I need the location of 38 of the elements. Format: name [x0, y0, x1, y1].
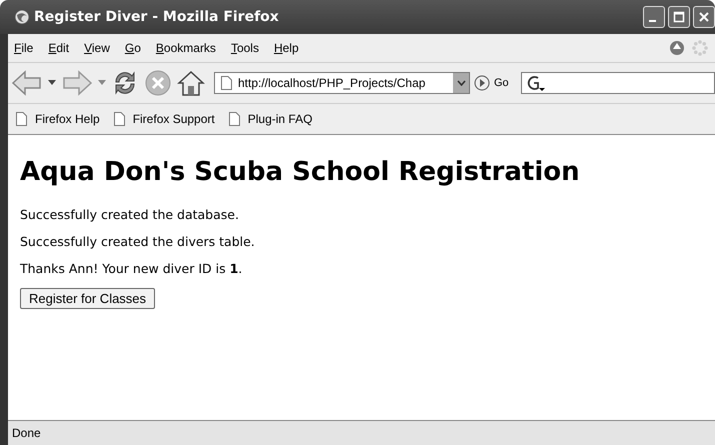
home-icon[interactable] [176, 68, 206, 98]
bookmark-link[interactable]: Firefox Support [114, 112, 215, 126]
maximize-icon [673, 11, 685, 23]
menu-item[interactable]: File [12, 41, 40, 55]
page-icon [114, 112, 125, 126]
address-field[interactable]: http://localhost/PHP_Projects/Chap [214, 72, 470, 94]
maximize-button[interactable] [668, 6, 690, 28]
throbber-icon [691, 39, 709, 57]
page-icon [221, 76, 232, 90]
status-message: Thanks Ann! Your new diver ID is 1. [20, 261, 242, 276]
dropdown-button[interactable] [453, 73, 469, 93]
status-message: Successfully created the divers table. [20, 234, 255, 249]
status-text: Done [12, 426, 41, 440]
menu-item[interactable]: Bookmarks [154, 41, 223, 55]
update-icon [669, 40, 685, 56]
url-text: http://localhost/PHP_Projects/Chap [238, 76, 426, 90]
bookmark-link[interactable]: Plug-in FAQ [228, 112, 312, 126]
menu-item[interactable]: Tools [228, 41, 266, 55]
search-field[interactable] [520, 72, 715, 94]
page-icon [16, 112, 27, 126]
menu-item[interactable]: Edit [46, 41, 76, 55]
menu-item[interactable]: Go [122, 41, 148, 55]
window-title: Register Diver - Mozilla Firefox [34, 9, 279, 25]
minimize-icon [649, 20, 656, 22]
status-message: Successfully created the database. [20, 207, 239, 222]
menu-item[interactable]: Help [272, 41, 306, 55]
register-button[interactable]: Register for Classes [20, 288, 156, 309]
chevron-icon [456, 80, 466, 86]
close-button[interactable] [693, 6, 715, 28]
minimize-button[interactable] [643, 6, 665, 28]
go-icon[interactable] [474, 75, 490, 91]
page-icon [228, 112, 240, 126]
dropdown-arrow-icon[interactable] [48, 80, 56, 86]
page-heading: Aqua Don's Scuba School Registration [20, 157, 580, 187]
close-icon [698, 11, 710, 23]
menu-item[interactable]: View [82, 41, 117, 55]
go-button[interactable]: Go [494, 77, 509, 89]
bookmark-link[interactable]: Firefox Help [16, 112, 100, 126]
